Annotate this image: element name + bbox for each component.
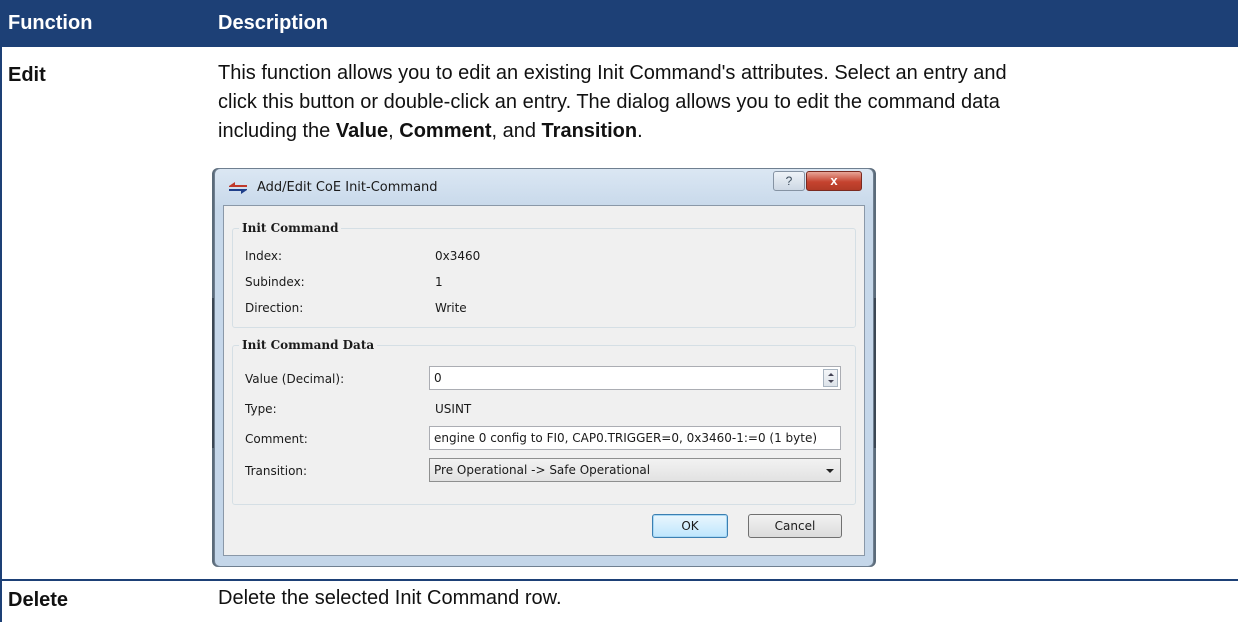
init-command-data-group: Init Command Data Value (Decimal): 0 Typ…: [232, 338, 856, 505]
sentence-end: .: [637, 120, 643, 142]
header-description: Description: [218, 12, 329, 34]
type-value: USINT: [435, 402, 472, 416]
spin-up-icon[interactable]: [828, 373, 834, 376]
subindex-label: Subindex:: [245, 275, 305, 289]
function-description-table: Function Description Edit This function …: [0, 0, 1238, 622]
subindex-value: 1: [435, 275, 443, 289]
dialog-screenshot: Add/Edit CoE Init-Command ? x Init Comma…: [212, 168, 876, 567]
comment-label: Comment:: [245, 432, 308, 446]
comment-input[interactable]: engine 0 config to FI0, CAP0.TRIGGER=0, …: [429, 426, 841, 450]
sep-1: ,: [388, 120, 400, 142]
init-command-data-title: Init Command Data: [239, 338, 378, 352]
init-command-title: Init Command: [239, 221, 342, 235]
direction-value: Write: [435, 301, 467, 315]
index-label: Index:: [245, 249, 283, 263]
ok-button[interactable]: OK: [652, 514, 728, 538]
header-function: Function: [8, 12, 93, 34]
direction-label: Direction:: [245, 301, 304, 315]
dialog-title: Add/Edit CoE Init-Command: [257, 180, 438, 195]
help-button[interactable]: ?: [773, 171, 805, 191]
row-divider: [0, 579, 1238, 581]
edit-description: This function allows you to edit an exis…: [218, 59, 1228, 146]
edit-desc-line-1: This function allows you to edit an exis…: [218, 62, 1007, 84]
edit-desc-prefix: including the: [218, 120, 336, 142]
value-input[interactable]: 0: [429, 366, 841, 390]
dialog-client-area: Init Command Index: 0x3460 Subindex: 1 D…: [223, 205, 865, 556]
dialog-titlebar[interactable]: Add/Edit CoE Init-Command ? x: [215, 169, 873, 205]
function-edit: Edit: [8, 64, 46, 86]
dialog-window: Add/Edit CoE Init-Command ? x Init Comma…: [214, 168, 874, 567]
value-label: Value (Decimal):: [245, 372, 345, 386]
transition-selected-value: Pre Operational -> Safe Operational: [434, 463, 651, 477]
value-spinner[interactable]: [823, 369, 838, 387]
edit-desc-line-2: click this button or double-click an ent…: [218, 91, 1000, 113]
index-value: 0x3460: [435, 249, 481, 263]
init-command-group: Init Command Index: 0x3460 Subindex: 1 D…: [232, 221, 856, 328]
close-button[interactable]: x: [806, 171, 862, 191]
edit-desc-line-3: including the Value, Comment, and Transi…: [218, 117, 1228, 146]
function-delete: Delete: [8, 589, 69, 611]
transition-term: Transition: [541, 120, 638, 142]
table-left-border: [0, 47, 2, 622]
sep-2: , and: [491, 120, 542, 142]
transition-label: Transition:: [245, 464, 308, 478]
value-term: Value: [335, 120, 389, 142]
chevron-down-icon[interactable]: [826, 469, 834, 473]
table-header: Function Description: [0, 0, 1238, 47]
cancel-button[interactable]: Cancel: [748, 514, 842, 538]
arrows-icon: [229, 182, 247, 194]
delete-description: Delete the selected Init Command row.: [218, 587, 562, 609]
comment-term: Comment: [399, 120, 492, 142]
transition-select[interactable]: Pre Operational -> Safe Operational: [429, 458, 841, 482]
value-text: 0: [434, 371, 442, 385]
spin-down-icon[interactable]: [828, 380, 834, 383]
type-label: Type:: [245, 402, 277, 416]
